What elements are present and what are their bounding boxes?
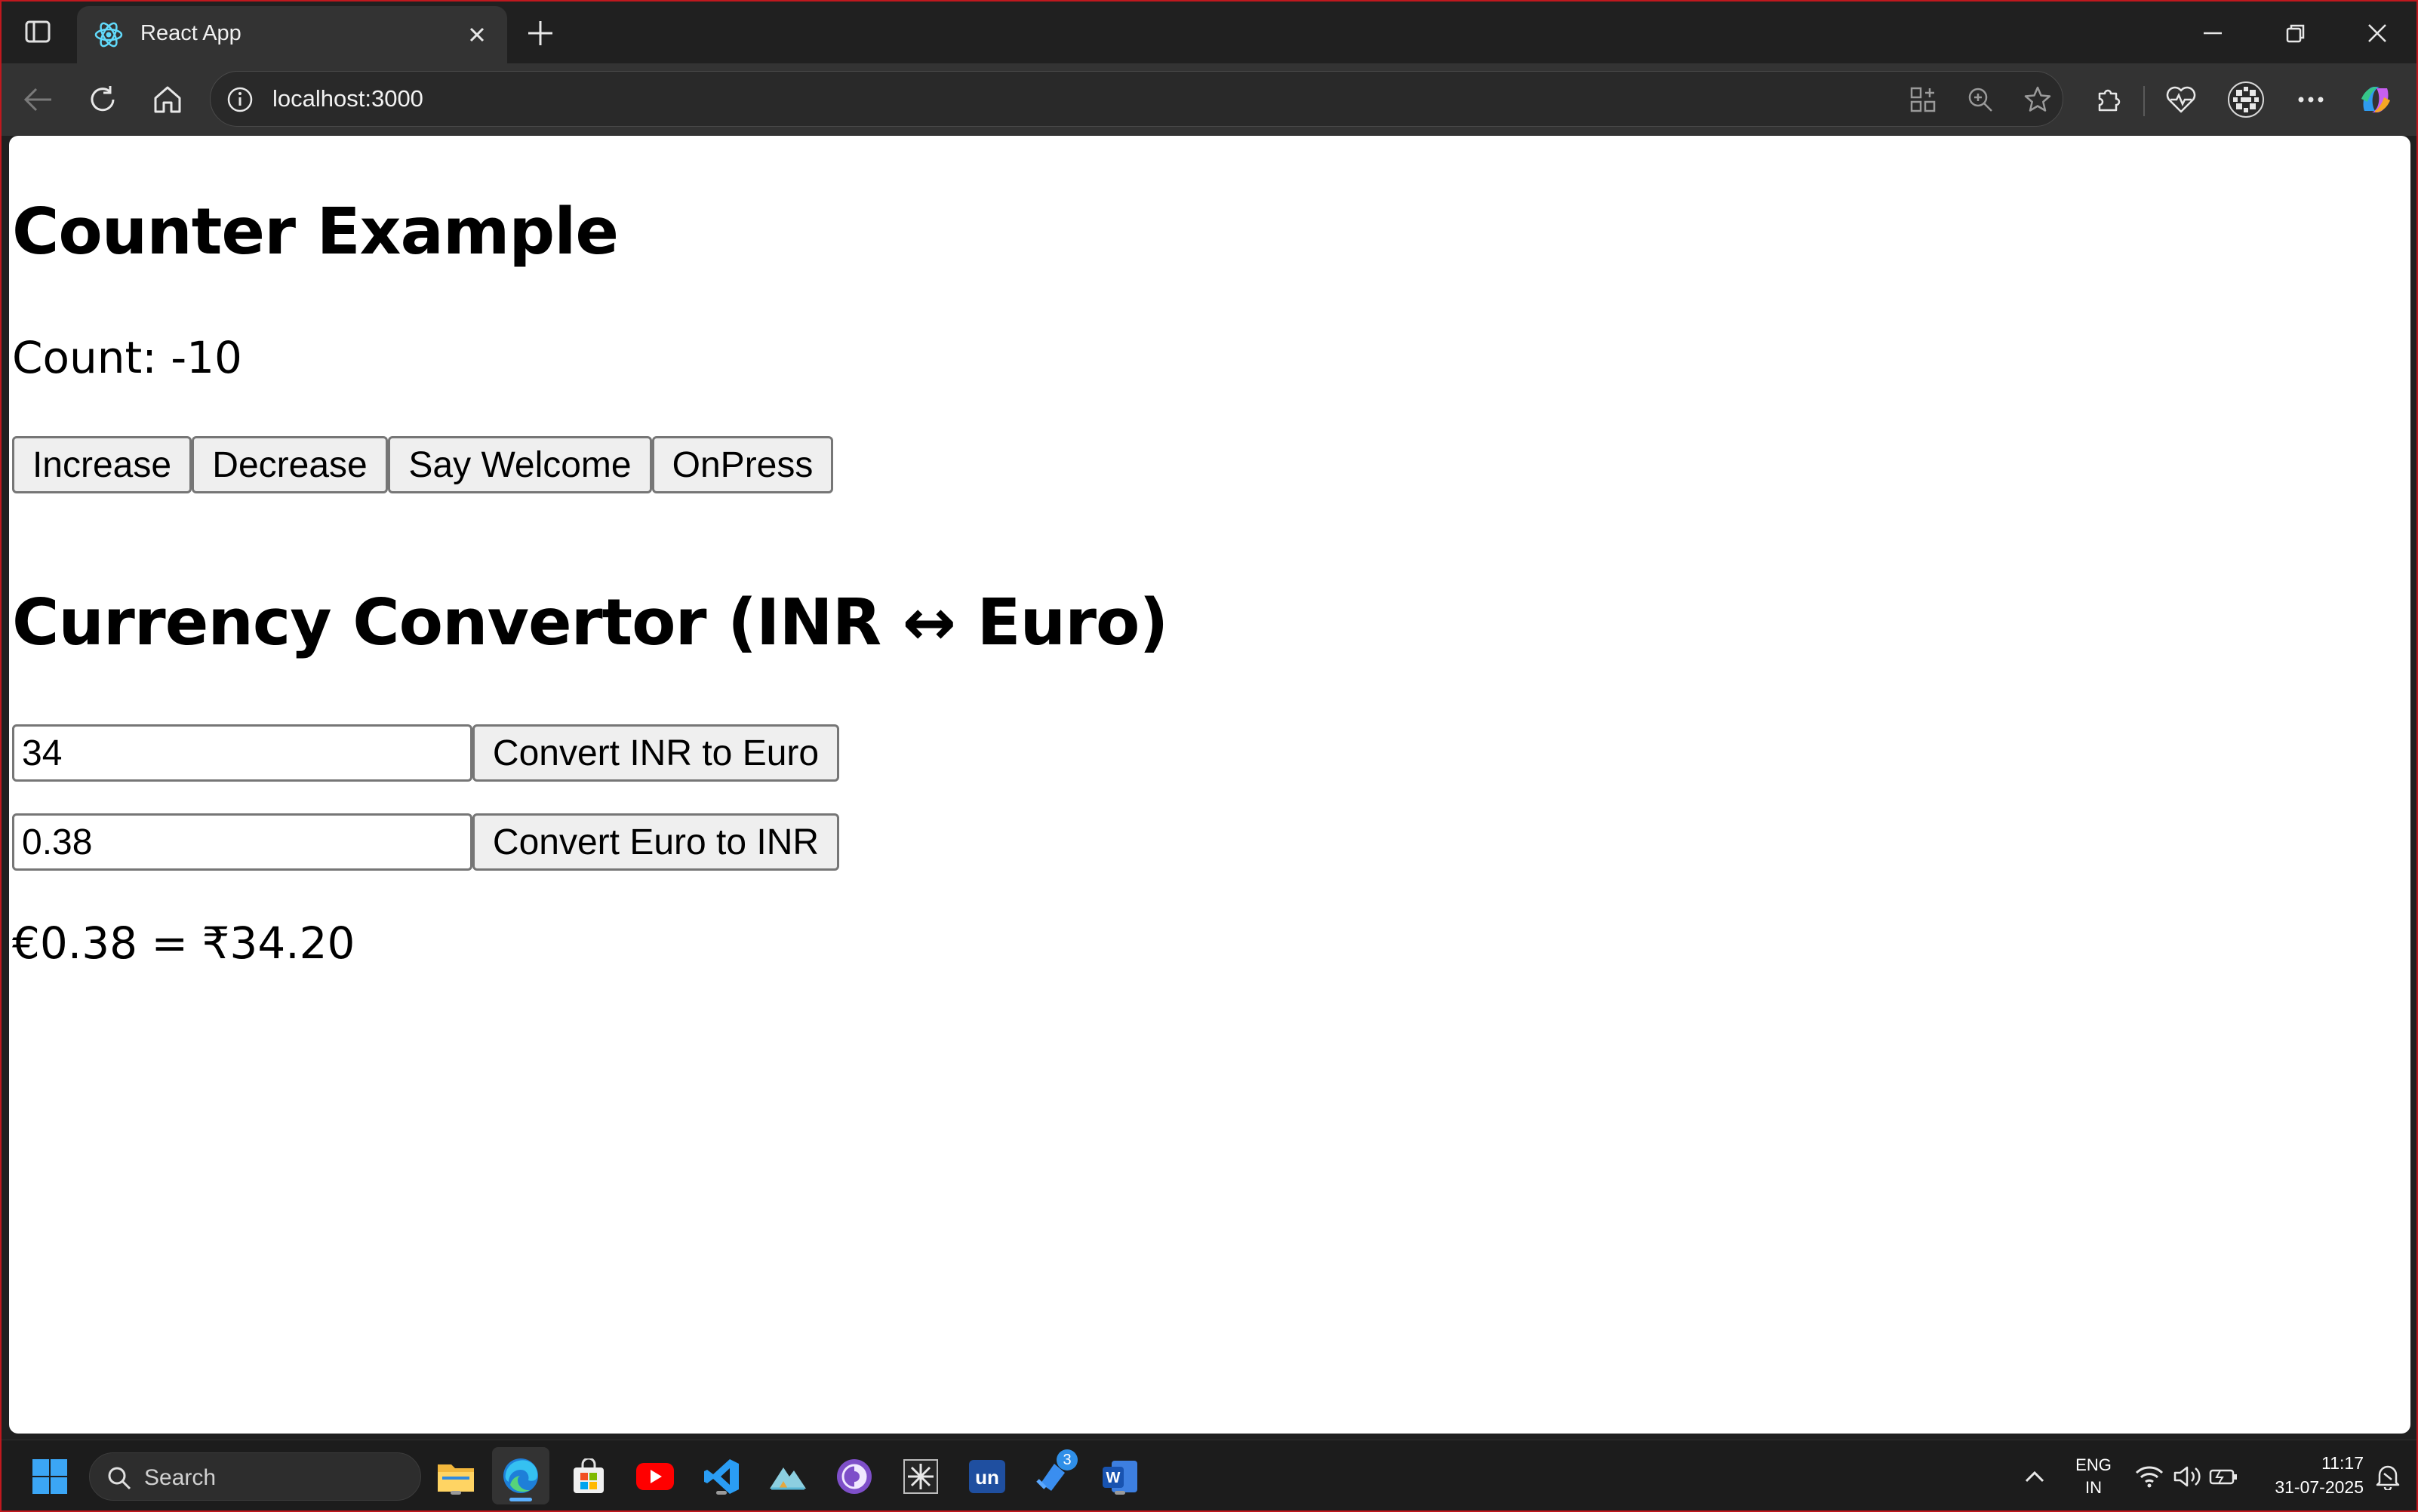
active-indicator [509, 1498, 532, 1501]
vscode-icon[interactable] [700, 1455, 743, 1498]
wifi-icon[interactable] [2128, 1455, 2170, 1498]
favorite-star-icon[interactable] [2022, 84, 2053, 115]
notification-bell-icon[interactable] [2367, 1455, 2409, 1498]
running-indicator [451, 1491, 461, 1495]
search-icon [106, 1465, 132, 1494]
notification-badge: 3 [1057, 1449, 1078, 1471]
page-viewport: Counter Example Count: -10 Increase Decr… [9, 136, 2410, 1434]
home-icon[interactable] [148, 80, 187, 119]
back-arrow-icon[interactable] [18, 80, 57, 119]
running-indicator [1115, 1491, 1125, 1495]
toolbar-divider [2143, 86, 2145, 116]
clock[interactable]: 11:17 31-07-2025 [2250, 1451, 2364, 1499]
count-display: Count: -10 [12, 332, 242, 383]
inr-row: Convert INR to Euro [12, 724, 839, 782]
app-mountain-icon[interactable] [767, 1455, 809, 1498]
file-explorer-icon[interactable] [435, 1455, 477, 1498]
region-code: IN [2085, 1478, 2102, 1497]
euro-amount-input[interactable] [12, 813, 472, 871]
browser-essentials-icon[interactable] [2161, 80, 2201, 119]
pixel-grid-app-icon[interactable] [900, 1455, 942, 1498]
tab-title: React App [140, 21, 241, 45]
tor-browser-icon[interactable] [833, 1455, 875, 1498]
close-window-icon[interactable] [2355, 15, 2400, 51]
convert-euro-to-inr-button[interactable]: Convert Euro to INR [472, 813, 839, 871]
battery-icon[interactable] [2202, 1455, 2244, 1498]
sidebar-toggle-icon[interactable] [23, 17, 53, 47]
youtube-icon[interactable] [634, 1455, 676, 1498]
title-bar: React App [2, 2, 2416, 63]
copilot-icon[interactable] [2356, 80, 2395, 119]
clock-time: 11:17 [2321, 1453, 2364, 1473]
app-available-icon[interactable] [1907, 84, 1939, 115]
address-bar[interactable]: localhost:3000 [210, 71, 2063, 127]
browser-tab[interactable]: React App [77, 6, 507, 63]
inr-amount-input[interactable] [12, 724, 472, 782]
edge-browser-icon[interactable] [492, 1447, 549, 1504]
increase-button[interactable]: Increase [12, 436, 192, 493]
convert-inr-to-euro-button[interactable]: Convert INR to Euro [472, 724, 839, 782]
conversion-result: €0.38 = ₹34.20 [12, 917, 355, 969]
search-placeholder: Search [144, 1465, 217, 1490]
react-logo-icon [94, 20, 124, 50]
svg-text:un: un [975, 1466, 999, 1489]
word-icon[interactable]: W [1099, 1455, 1141, 1498]
refresh-icon[interactable] [83, 80, 122, 119]
browser-toolbar: localhost:3000 [2, 63, 2416, 136]
restore-icon[interactable] [2273, 15, 2318, 51]
taskbar-search[interactable]: Search [89, 1452, 421, 1501]
more-options-icon[interactable] [2291, 80, 2330, 119]
language-indicator[interactable]: ENG IN [2071, 1454, 2116, 1499]
close-icon[interactable] [465, 23, 489, 47]
decrease-button[interactable]: Decrease [192, 436, 388, 493]
clock-date: 31-07-2025 [2275, 1477, 2364, 1497]
counter-button-row: Increase Decrease Say Welcome OnPress [12, 436, 833, 493]
unstop-app-icon[interactable]: un [966, 1455, 1008, 1498]
running-indicator [716, 1491, 727, 1495]
svg-text:W: W [1106, 1470, 1121, 1486]
chevron-up-icon[interactable] [2013, 1455, 2056, 1498]
minimize-icon[interactable] [2190, 15, 2235, 51]
teams-app-icon[interactable]: 3 [1032, 1449, 1078, 1498]
zoom-icon[interactable] [1964, 84, 1996, 115]
url-text: localhost:3000 [272, 85, 423, 112]
windows-taskbar: Search un 3 W ENG IN 11:17 31-07-2025 [2, 1440, 2416, 1510]
site-info-icon[interactable] [226, 85, 254, 114]
windows-start-icon[interactable] [29, 1455, 71, 1498]
currency-heading: Currency Convertor (INR ↔ Euro) [12, 585, 1168, 660]
counter-heading: Counter Example [12, 195, 619, 269]
euro-row: Convert Euro to INR [12, 813, 839, 871]
language-code: ENG [2075, 1455, 2112, 1474]
say-welcome-button[interactable]: Say Welcome [388, 436, 652, 493]
extensions-icon[interactable] [2089, 80, 2128, 119]
microsoft-store-icon[interactable] [568, 1455, 610, 1498]
profile-avatar-icon[interactable] [2226, 80, 2266, 119]
new-tab-icon[interactable] [522, 15, 558, 51]
onpress-button[interactable]: OnPress [652, 436, 833, 493]
